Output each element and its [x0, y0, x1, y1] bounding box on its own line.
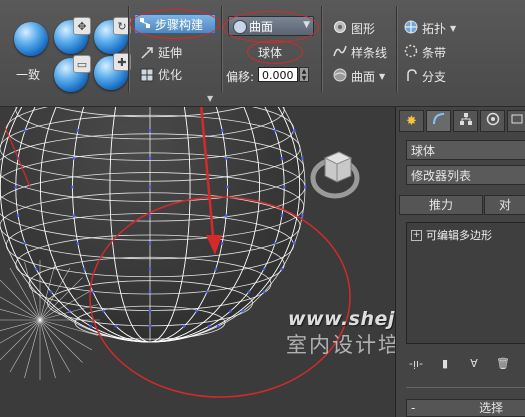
watermark-url: www.shejiedu.com	[288, 308, 395, 330]
optimize-button[interactable]: 优化	[140, 66, 182, 83]
sphere-pinch-tool-icon[interactable]: ✚	[94, 53, 131, 90]
ribbon-separator	[321, 6, 323, 92]
chevron-down-icon: ▼	[450, 24, 457, 33]
show-end-result-icon[interactable]: ▮	[435, 355, 455, 371]
uniform-label: 一致	[16, 68, 41, 82]
optimize-label: 优化	[158, 68, 183, 82]
watermark-text: 室内设计培训	[286, 333, 395, 357]
stack-item-editable-poly[interactable]: + 可编辑多边形	[411, 227, 492, 243]
branch-label: 分支	[422, 70, 447, 84]
strip-icon	[404, 44, 418, 61]
hierarchy-icon	[459, 112, 473, 130]
modify-tab[interactable]	[426, 110, 451, 132]
topology-label: 拓扑	[422, 22, 447, 36]
command-panel: ✸ 球体 修改器列表 推力 对 + 可编辑多边形 -ᴉı- ▮ ∀ 🗑 - 选择	[395, 107, 525, 417]
make-unique-icon[interactable]: ∀	[464, 355, 484, 371]
shape-icon	[333, 20, 347, 37]
ribbon-separator	[396, 6, 398, 92]
panel-divider	[406, 387, 525, 388]
push-button[interactable]: 推力	[399, 195, 483, 215]
extend-icon	[140, 46, 154, 60]
sphere-move-tool-icon[interactable]: ✥	[54, 17, 91, 54]
topology-icon	[404, 20, 418, 37]
surface-menu-icon	[333, 68, 347, 85]
selection-rollout[interactable]: - 选择	[406, 399, 525, 417]
collapse-icon: -	[411, 401, 416, 415]
optimize-icon	[140, 68, 154, 82]
strip-label: 条带	[422, 46, 447, 60]
surface-highlight	[223, 11, 319, 43]
surface-menu-button[interactable]: 曲面 ▼	[333, 68, 385, 85]
offset-label: 偏移:	[226, 70, 255, 84]
ribbon-expand-icon[interactable]: ▼	[207, 94, 213, 103]
stack-item-label: 可编辑多边形	[426, 229, 492, 242]
strip-button[interactable]: 条带	[404, 44, 446, 61]
offset-spinner[interactable]: ▲ ▼	[299, 67, 309, 82]
shape-button[interactable]: 图形	[333, 20, 375, 37]
object-name-field[interactable]: 球体	[406, 140, 525, 160]
sphere-flatten-tool-icon[interactable]: ▭	[54, 55, 91, 92]
motion-tab[interactable]	[480, 110, 505, 132]
extend-button[interactable]: 延伸	[140, 44, 182, 61]
pull-button[interactable]: 对	[484, 195, 525, 215]
display-tab[interactable]	[507, 110, 525, 132]
spline-icon	[333, 44, 347, 61]
pin-stack-icon[interactable]: -ᴉı-	[406, 355, 426, 371]
spline-label: 样条线	[351, 46, 388, 60]
stack-toolbar: -ᴉı- ▮ ∀ 🗑	[406, 354, 525, 372]
sphere-highlight	[247, 40, 303, 64]
branch-button[interactable]: 分支	[404, 68, 446, 85]
chevron-down-icon: ▼	[379, 72, 386, 81]
create-tab[interactable]: ✸	[399, 110, 424, 132]
ribbon-separator	[221, 6, 223, 92]
display-icon	[511, 113, 523, 129]
modifier-stack[interactable]: + 可编辑多边形	[406, 222, 525, 344]
viewcube-icon[interactable]	[307, 142, 377, 207]
branch-icon	[404, 68, 418, 85]
modifier-list-dropdown[interactable]: 修改器列表	[406, 165, 525, 185]
create-icon: ✸	[406, 113, 417, 129]
hierarchy-tab[interactable]	[453, 110, 478, 132]
extend-label: 延伸	[158, 46, 183, 60]
ribbon-separator	[128, 6, 130, 92]
motion-icon	[486, 112, 500, 130]
expand-icon[interactable]: +	[411, 229, 422, 241]
ribbon-toolbar: 一致 ✥ ↻ ▭ ✚ 步骤构建 延伸 优化 曲面 ▼ 球体 偏移: 0.000 …	[0, 0, 525, 107]
spline-button[interactable]: 样条线	[333, 44, 387, 61]
conform-tool-icon[interactable]	[14, 22, 48, 56]
perspective-viewport[interactable]: www.shejiedu.com 室内设计培训	[0, 107, 395, 417]
modify-icon	[432, 112, 446, 130]
shape-label: 图形	[351, 22, 376, 36]
selection-rollout-label: 选择	[479, 401, 504, 415]
step-build-highlight	[130, 9, 220, 39]
surface-menu-label: 曲面	[351, 70, 376, 84]
sphere-relax-tool-icon[interactable]: ↻	[94, 17, 131, 54]
offset-input[interactable]: 0.000	[258, 67, 298, 82]
remove-modifier-icon[interactable]: 🗑	[493, 355, 513, 371]
topology-button[interactable]: 拓扑 ▼	[404, 20, 456, 37]
